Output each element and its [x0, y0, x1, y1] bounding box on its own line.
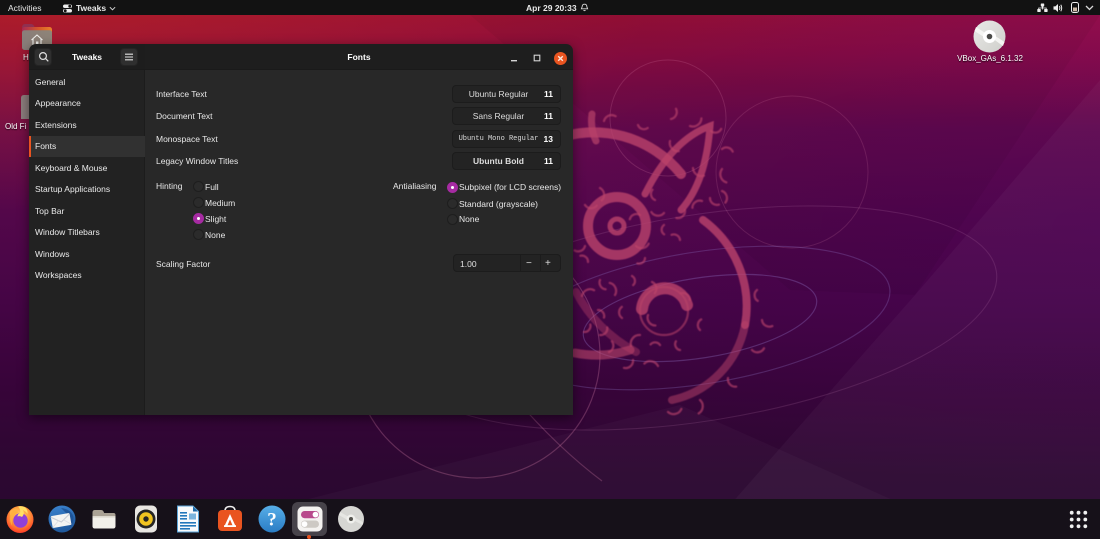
svg-text:?: ? [267, 510, 277, 531]
